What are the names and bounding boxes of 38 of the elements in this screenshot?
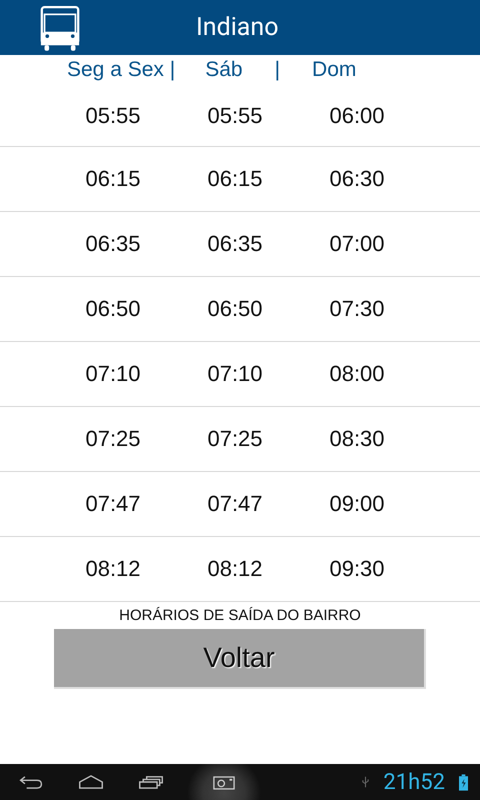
time-cell-text: 06:50 [84, 296, 142, 322]
time-cell-text: 06:30 [328, 166, 386, 192]
time-cell-text: 07:25 [206, 426, 264, 452]
bus-icon [40, 4, 80, 50]
clock: 21h52 [383, 770, 445, 794]
time-cell-text: 06:00 [328, 102, 386, 128]
camera-icon[interactable] [213, 774, 235, 790]
time-cell-text: 05:55 [84, 102, 142, 128]
time-cell-text: 06:35 [206, 231, 264, 257]
time-cell-text: 06:15 [84, 166, 142, 192]
column-header: | [274, 58, 280, 82]
time-cell-text: 06:50 [206, 296, 264, 322]
back-button[interactable]: Voltar [54, 629, 426, 689]
time-cell-text: 08:12 [84, 556, 142, 582]
time-cell-text: 07:30 [328, 296, 386, 322]
time-cell-text: 09:00 [328, 491, 386, 517]
column-header: Sáb [205, 58, 243, 82]
time-cell-text: 08:12 [206, 556, 264, 582]
column-header: Seg a Sex | [67, 58, 176, 82]
time-cell-text: 07:25 [84, 426, 142, 452]
time-cell-text: 07:10 [84, 361, 142, 387]
time-cell-text: 06:15 [206, 166, 264, 192]
caption: HORÁRIOS DE SAÍDA DO BAIRRO [118, 607, 362, 624]
time-cell-text: 07:47 [84, 491, 142, 517]
time-cell-text: 08:00 [328, 361, 386, 387]
time-cell-text: 07:10 [206, 361, 264, 387]
time-cell-text: 09:30 [328, 556, 386, 582]
screen-title: Indiano [196, 13, 278, 42]
column-header: Dom [312, 58, 356, 82]
battery-icon [459, 774, 468, 790]
time-cell-text: 08:30 [328, 426, 386, 452]
usb-icon [362, 775, 370, 789]
recent-apps-icon[interactable] [138, 773, 164, 791]
time-cell-text: 07:00 [328, 231, 386, 257]
time-cell-text: 05:55 [206, 102, 264, 128]
time-cell-text: 06:35 [84, 231, 142, 257]
time-cell-text: 07:47 [206, 491, 264, 517]
home-icon[interactable] [78, 773, 104, 791]
